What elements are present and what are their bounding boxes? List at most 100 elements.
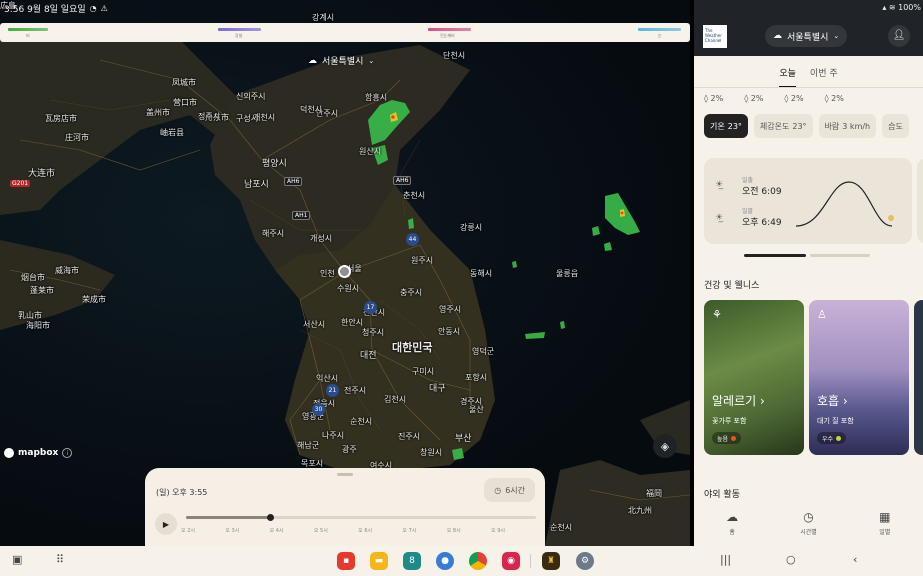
metric-chips: 기온 23° 체감온도 23° 바람 3 km/h 습도	[704, 114, 909, 138]
radar-map[interactable]: 강계시혜산시단천시함흥시원산시평양시남포시해주시개성시인천서울수원시대한민국대전…	[0, 0, 690, 546]
sunset-time: 오후 6:49	[742, 218, 782, 228]
outdoor-section-title: 야외 활동	[704, 490, 740, 500]
map-place-label: 울릉읍	[556, 269, 579, 278]
battery-label: 100%	[898, 3, 921, 12]
map-location-selector[interactable]: ☁ 서울특별시 ⌄	[308, 54, 374, 68]
legend-sleet-bar	[428, 28, 471, 31]
map-place-label: 영덕군	[472, 347, 495, 356]
home-icon[interactable]: ○	[786, 553, 796, 566]
sunrise-time: 오전 6:09	[742, 187, 782, 197]
app-chrome-icon[interactable]	[469, 552, 487, 570]
timeline-tick-label: 오 3시	[225, 528, 240, 534]
play-icon: ▶	[162, 519, 170, 529]
route-shield: AH6	[393, 176, 412, 185]
app-messages-icon[interactable]: ●	[436, 552, 454, 570]
map-place-label: 김천시	[384, 395, 407, 404]
map-place-label: 춘천시	[403, 191, 426, 200]
map-place-label: 덕천시	[300, 105, 323, 114]
sun-card[interactable]: ☀︎̲ 일출 오전 6:09 ☀︎̲ 일몰 오후 6:49	[704, 158, 912, 244]
map-place-label: 개천시	[253, 113, 276, 122]
mapbox-attribution: mapbox i	[4, 448, 73, 458]
chevron-down-icon: ⌄	[833, 32, 840, 40]
map-place-label: 함흥시	[365, 93, 388, 102]
map-place-label: 盖州市	[146, 108, 170, 117]
screen-capture-icon[interactable]: ▣	[12, 553, 22, 566]
current-location-marker[interactable]	[338, 265, 351, 278]
map-place-label: 福岡	[646, 489, 662, 498]
map-place-label: 인천	[320, 269, 335, 278]
app-settings-icon[interactable]: ⚙	[576, 552, 594, 570]
timeline-sheet[interactable]: (일) 오후 3:55 ◷ 6시간 ▶ 오 2시 오 3시 오 4시 오 5시 오 6시…	[145, 468, 545, 546]
breathing-title: 호흡 ›	[817, 394, 848, 408]
map-place-label: 동해시	[470, 269, 493, 278]
cloud-icon: ☁	[773, 31, 782, 41]
account-button[interactable]: 👤︎	[888, 25, 910, 47]
weather-header: ▴ ≋ 100% The Weather Channel ☁ 서울특별시 ⌄ 👤…	[694, 0, 923, 56]
person-icon: ♙	[817, 308, 827, 321]
allergy-card[interactable]: ⚘ 알레르기 › 꽃가루 포함 높음	[704, 300, 804, 455]
timeline-tick-label: 오 7시	[402, 528, 417, 534]
timeline-slider[interactable]	[186, 514, 536, 521]
map-place-label: 부산	[455, 434, 472, 444]
app-files-icon[interactable]: ▬	[370, 552, 388, 570]
timeline-slider-thumb[interactable]	[267, 514, 274, 521]
map-place-label: 영주시	[439, 305, 462, 314]
app-camera-icon[interactable]: ◉	[502, 552, 520, 570]
legend-sleet-label: 진눈깨비	[440, 33, 455, 38]
timeline-tick-label: 오 8시	[446, 528, 461, 534]
route-shield: 44	[406, 233, 419, 246]
map-location-label: 서울특별시	[322, 57, 364, 67]
app-flipboard-icon[interactable]: ▪	[337, 552, 355, 570]
app-game-icon[interactable]: ♜	[542, 552, 560, 570]
bottom-navigation: ☁ 홈 ◷ 시간별 ▦ 일별	[694, 510, 923, 546]
tab-today[interactable]: 오늘	[779, 66, 796, 88]
legend-snow-bar	[218, 28, 261, 31]
pager-inactive[interactable]	[810, 254, 870, 257]
system-taskbar: ▣ ⠿ ▪ ▬ 8 ● ◉ ♜ ⚙ ||| ○ ‹	[0, 546, 923, 576]
weather-app: ▴ ≋ 100% The Weather Channel ☁ 서울특별시 ⌄ 👤…	[694, 0, 923, 546]
taskbar-separator	[530, 554, 531, 568]
weather-channel-logo[interactable]: The Weather Channel	[703, 25, 727, 48]
nav-daily[interactable]: ▦ 일별	[855, 510, 915, 546]
map-place-label: 충주시	[400, 288, 423, 297]
map-place-label: 신의주시	[236, 92, 266, 101]
metric-wind-chip[interactable]: 바람 3 km/h	[818, 114, 877, 138]
allergy-title: 알레르기 ›	[712, 394, 765, 408]
app-calendar-icon[interactable]: 8	[403, 552, 421, 570]
info-icon[interactable]: i	[62, 448, 73, 458]
recents-icon[interactable]: |||	[720, 553, 731, 566]
map-place-label: 포항시	[465, 373, 488, 382]
metric-feels-like-chip[interactable]: 체감온도 23°	[753, 114, 813, 138]
sheet-drag-handle[interactable]	[337, 473, 353, 476]
map-place-label: 凤城市	[172, 78, 196, 87]
metric-humidity-chip[interactable]: 습도	[882, 114, 909, 138]
timeline-range-button[interactable]: ◷ 6시간	[484, 478, 535, 502]
back-icon[interactable]: ‹	[853, 553, 857, 566]
precip-value: ◊ 2%	[784, 94, 804, 103]
metric-temperature-chip[interactable]: 기온 23°	[704, 114, 748, 138]
nav-home[interactable]: ☁ 홈	[702, 510, 762, 546]
brand-label: The Weather Channel	[705, 28, 722, 43]
allergy-status-dot	[731, 435, 737, 441]
nav-hourly[interactable]: ◷ 시간별	[778, 510, 838, 546]
map-layers-button[interactable]: ◈	[653, 434, 677, 458]
legend-rain-bar	[8, 28, 48, 31]
tab-this-week[interactable]: 이번 주	[810, 66, 838, 88]
map-place-label: 전주시	[344, 386, 367, 395]
precip-value: ◊ 2%	[704, 94, 724, 103]
pager-active	[744, 254, 806, 257]
forecast-tabs: 오늘 이번 주	[694, 66, 923, 88]
legend-ice-bar	[638, 28, 681, 31]
breathing-subtitle: 대기 질 포함	[817, 417, 854, 425]
map-place-label: 개성시	[310, 234, 333, 243]
app-drawer-icon[interactable]: ⠿	[56, 553, 64, 566]
map-place-label: 한안시	[341, 318, 364, 327]
map-place-label: 창원시	[420, 448, 443, 457]
map-place-label: 대전	[360, 351, 377, 361]
city-selector[interactable]: ☁ 서울특별시 ⌄	[765, 25, 848, 47]
route-shield: G201	[10, 180, 31, 187]
play-button[interactable]: ▶	[155, 513, 177, 535]
screen: 강계시혜산시단천시함흥시원산시평양시남포시해주시개성시인천서울수원시대한민국대전…	[0, 0, 923, 576]
breathing-card[interactable]: ♙ 호흡 › 대기 질 포함 우수	[809, 300, 909, 455]
mapbox-logo-icon	[4, 448, 14, 458]
